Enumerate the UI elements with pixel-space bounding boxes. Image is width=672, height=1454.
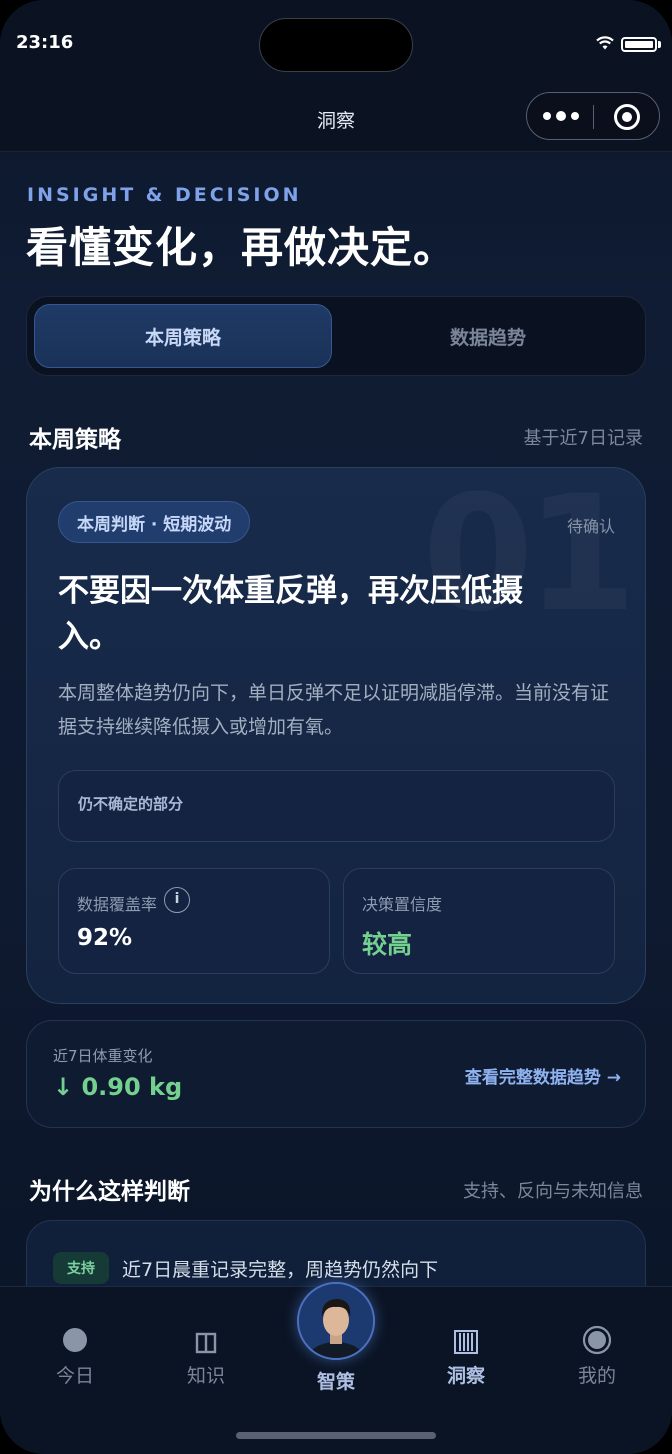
tab-knowledge-label: 知识 bbox=[186, 1365, 225, 1387]
reason-text: 近7日晨重记录完整，周趋势仍然向下 bbox=[122, 1259, 439, 1281]
verdict-text: 不要因一次体重反弹，再次压低摄入。 bbox=[58, 573, 523, 655]
tab-bar: 今日 知识 智策 洞察 我的 bbox=[0, 1282, 672, 1454]
insight-bars-icon bbox=[454, 1330, 478, 1354]
tab-data-trend[interactable]: 数据趋势 bbox=[338, 304, 638, 368]
circle-icon bbox=[63, 1328, 87, 1352]
judgement-chip: 本周判断 · 短期波动 bbox=[58, 501, 251, 543]
view-trend-link[interactable]: 查看完整数据趋势 → bbox=[465, 1063, 621, 1088]
wifi-icon bbox=[596, 36, 614, 50]
info-icon[interactable]: i bbox=[164, 887, 190, 913]
uncertain-section[interactable]: 仍不确定的部分 bbox=[58, 770, 615, 842]
ai-advisor-avatar bbox=[297, 1282, 375, 1360]
section-meta-strategy: 基于近7日记录 bbox=[523, 428, 643, 449]
dynamic-island bbox=[259, 18, 413, 72]
coverage-value: 92% bbox=[77, 925, 133, 951]
tab-weekly-strategy[interactable]: 本周策略 bbox=[34, 304, 332, 368]
close-target-icon[interactable] bbox=[614, 104, 640, 130]
headline: 看懂变化，再做决定。 bbox=[26, 223, 457, 272]
battery-tip bbox=[658, 41, 661, 48]
nav-bar: 洞察 bbox=[0, 84, 672, 152]
avatar-portrait bbox=[299, 1284, 373, 1358]
uncertain-label: 仍不确定的部分 bbox=[78, 795, 184, 813]
tab-profile-label: 我的 bbox=[577, 1365, 616, 1387]
capsule-divider bbox=[593, 105, 594, 129]
weight-change-value: ↓ 0.90 kg bbox=[53, 1073, 183, 1101]
section-title-why: 为什么这样判断 bbox=[29, 1179, 190, 1205]
mini-program-capsule bbox=[526, 92, 660, 140]
support-badge: 支持 bbox=[53, 1252, 109, 1284]
strategy-card: 01 本周判断 · 短期波动 待确认 不要因一次体重反弹，再次压低摄入。 本周整… bbox=[26, 467, 646, 1004]
battery-icon bbox=[621, 37, 657, 52]
profile-icon bbox=[582, 1325, 612, 1355]
weight-change-card: 近7日体重变化 ↓ 0.90 kg 查看完整数据趋势 → bbox=[26, 1020, 646, 1128]
status-time: 23:16 bbox=[16, 32, 74, 53]
confidence-card: 决策置信度 较高 bbox=[343, 868, 615, 974]
phone-screen: 23:16 洞察 INSIGHT & DECISION 看懂变化，再做决定。 本… bbox=[0, 0, 672, 1454]
tab-today-label: 今日 bbox=[55, 1365, 94, 1387]
confidence-value: 较高 bbox=[362, 930, 413, 959]
status-badge: 待确认 bbox=[566, 517, 615, 536]
eyebrow-label: INSIGHT & DECISION bbox=[27, 184, 302, 206]
tab-insight-label: 洞察 bbox=[446, 1365, 485, 1387]
status-bar: 23:16 bbox=[0, 0, 672, 84]
section-meta-why: 支持、反向与未知信息 bbox=[463, 1181, 643, 1202]
segmented-control: 本周策略 数据趋势 bbox=[26, 296, 646, 376]
home-indicator bbox=[236, 1432, 436, 1439]
tab-smart-strategy-label: 智策 bbox=[316, 1371, 355, 1393]
book-icon bbox=[195, 1332, 217, 1354]
more-icon[interactable] bbox=[543, 111, 579, 121]
section-title-strategy: 本周策略 bbox=[29, 427, 121, 453]
coverage-card: 数据覆盖率 i 92% bbox=[58, 868, 330, 974]
weight-change-label: 近7日体重变化 bbox=[53, 1047, 153, 1065]
verdict-description: 本周整体趋势仍向下，单日反弹不足以证明减脂停滞。当前没有证据支持继续降低摄入或增… bbox=[58, 682, 610, 738]
confidence-label: 决策置信度 bbox=[362, 895, 443, 914]
coverage-label: 数据覆盖率 bbox=[77, 895, 158, 914]
